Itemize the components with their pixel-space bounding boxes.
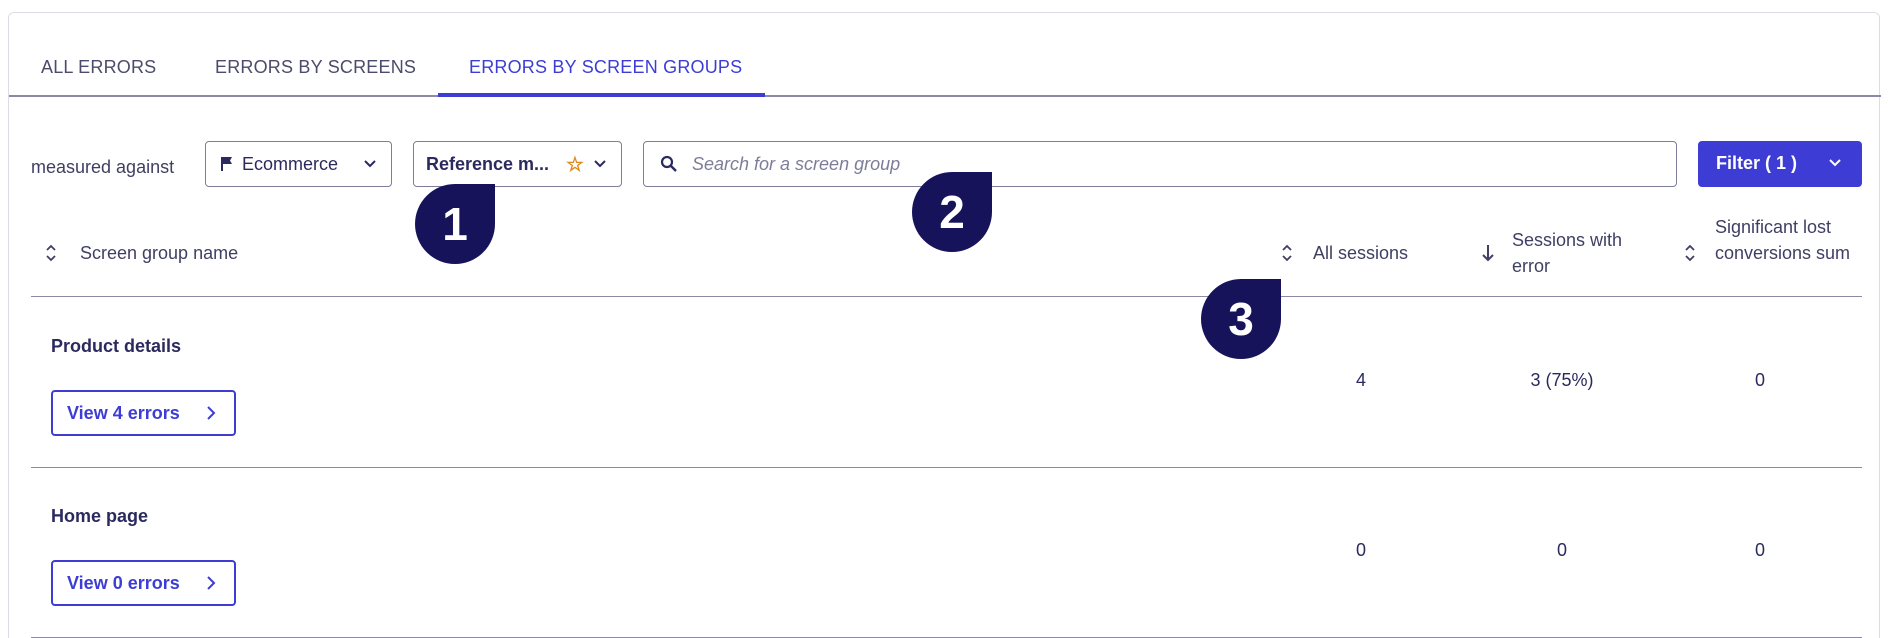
sort-icon[interactable] <box>1281 242 1293 264</box>
chevron-down-icon <box>364 160 376 168</box>
tab-all-errors[interactable]: ALL ERRORS <box>41 57 156 78</box>
table-row: Product details View 4 errors 4 3 (75%) … <box>31 298 1862 468</box>
measured-against-label: measured against <box>31 157 175 177</box>
lost-conversions-value: 0 <box>1754 540 1765 560</box>
chevron-right-icon <box>207 576 216 590</box>
tab-errors-by-screen-groups[interactable]: ERRORS BY SCREEN GROUPS <box>469 57 742 78</box>
column-header-sessions-with-error[interactable]: Sessions with error <box>1512 227 1652 279</box>
tab-errors-by-screens[interactable]: ERRORS BY SCREENS <box>215 57 416 78</box>
errors-panel: ALL ERRORS ERRORS BY SCREENS ERRORS BY S… <box>8 12 1881 638</box>
callout-marker-1: 1 <box>415 184 495 264</box>
search-input[interactable] <box>692 150 1652 178</box>
search-icon <box>660 155 677 172</box>
active-tab-indicator <box>438 93 765 97</box>
star-icon[interactable]: ☆ <box>566 152 584 177</box>
column-header-screen-group-name[interactable]: Screen group name <box>80 240 238 266</box>
lost-conversions-value: 0 <box>1754 370 1765 390</box>
view-errors-button[interactable]: View 4 errors <box>51 390 236 436</box>
sessions-with-error-value: 0 <box>1556 540 1567 560</box>
view-errors-button[interactable]: View 0 errors <box>51 560 236 606</box>
tab-bar: ALL ERRORS ERRORS BY SCREENS ERRORS BY S… <box>9 13 1881 97</box>
chevron-right-icon <box>207 406 216 420</box>
goal-select[interactable]: Ecommerce <box>205 141 392 187</box>
filter-button[interactable]: Filter ( 1 ) <box>1698 141 1862 187</box>
chevron-down-icon <box>1829 159 1841 167</box>
sort-icon[interactable] <box>1684 242 1696 264</box>
column-header-lost-conversions[interactable]: Significant lost conversions sum <box>1715 214 1855 266</box>
goal-select-value: Ecommerce <box>242 154 339 174</box>
all-sessions-value: 0 <box>1355 540 1366 560</box>
view-errors-label: View 4 errors <box>67 403 180 423</box>
screen-group-search[interactable] <box>643 141 1677 187</box>
filter-button-label: Filter ( 1 ) <box>1716 153 1798 173</box>
reference-select[interactable]: Reference m... ☆ <box>413 141 622 187</box>
flag-icon <box>221 157 232 171</box>
table-row: Home page View 0 errors 0 0 0 <box>31 468 1862 638</box>
callout-marker-2: 2 <box>912 172 992 252</box>
arrow-down-icon[interactable] <box>1481 242 1495 264</box>
view-errors-label: View 0 errors <box>67 573 180 593</box>
all-sessions-value: 4 <box>1355 370 1366 390</box>
screen-group-name: Product details <box>51 336 182 356</box>
column-header-all-sessions[interactable]: All sessions <box>1313 240 1408 266</box>
chevron-down-icon <box>594 160 606 168</box>
callout-marker-3: 3 <box>1201 279 1281 359</box>
sort-icon[interactable] <box>45 242 57 264</box>
screen-group-name: Home page <box>51 506 149 526</box>
reference-select-value: Reference m... <box>426 154 550 174</box>
sessions-with-error-value: 3 (75%) <box>1530 370 1594 390</box>
